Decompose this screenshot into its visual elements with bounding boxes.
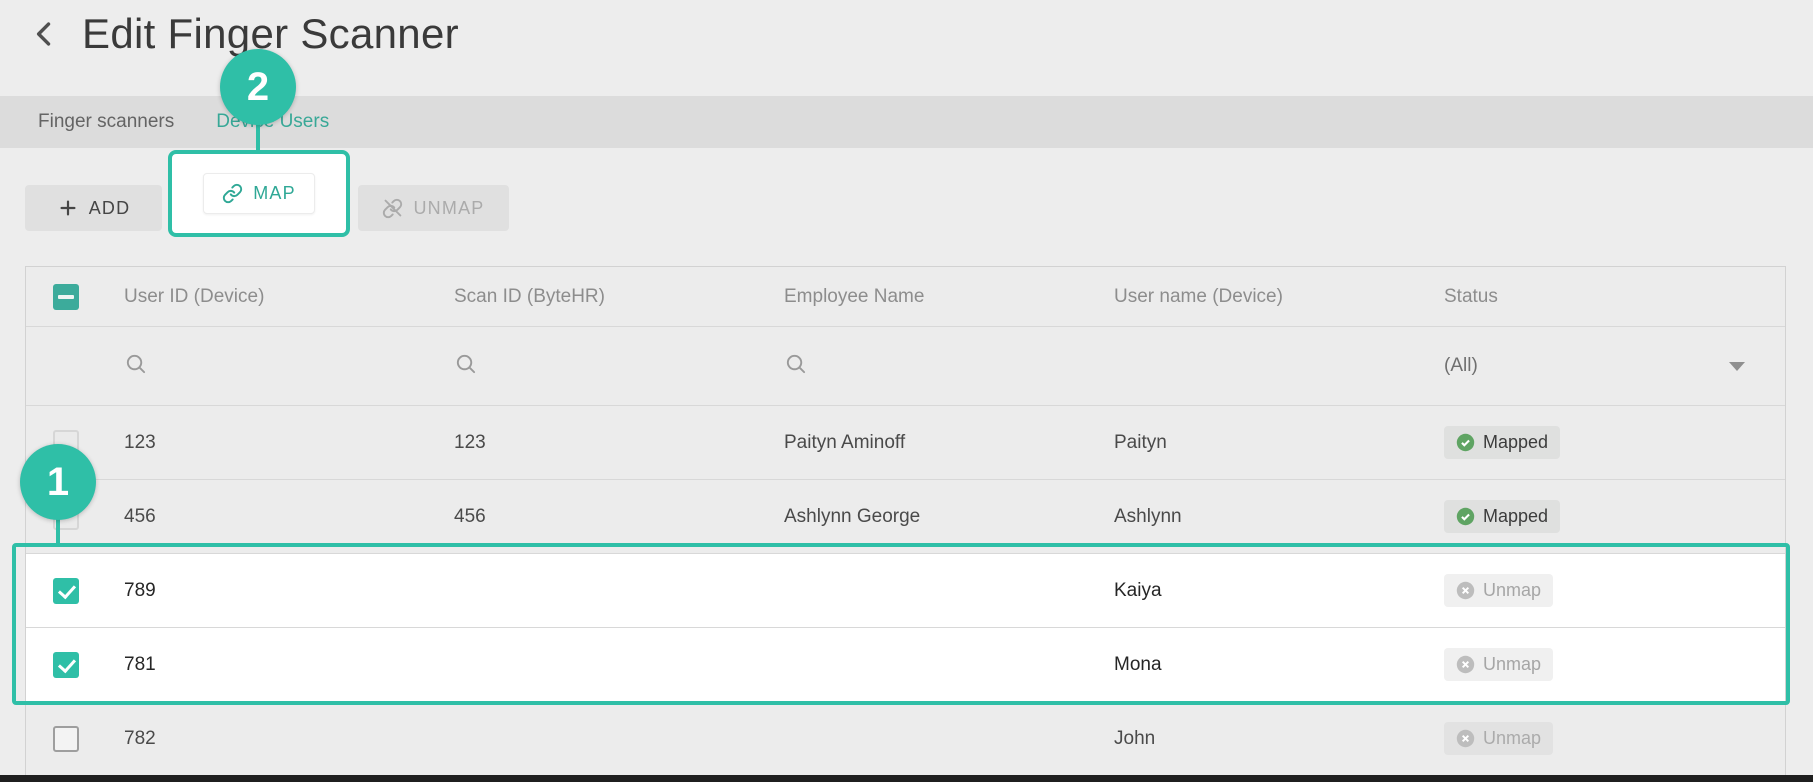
unmap-row-button[interactable]: Unmap [1444,574,1554,607]
unmap-toolbar-button-label: UNMAP [413,197,485,218]
cell-user-name: Kaiya [1114,579,1162,601]
cell-user-id: 782 [124,727,156,749]
table-row-123[interactable]: 123 123 Paityn Aminoff Paityn Mapped [26,406,1785,480]
map-button[interactable]: MAP [203,173,315,214]
search-icon [456,354,476,373]
cell-scan-id: 123 [454,431,486,453]
bottom-edge-strip [0,775,1813,782]
table-header-row: User ID (Device) Scan ID (ByteHR) Employ… [26,267,1785,327]
search-icon [126,354,146,373]
tab-finger-scanners[interactable]: Finger scanners [38,111,174,133]
select-all-checkbox[interactable] [53,283,79,310]
map-button-highlight-box: MAP [168,150,350,237]
unmap-row-button-label: Unmap [1483,728,1542,748]
status-badge-label: Mapped [1483,506,1549,526]
unmap-row-button-label: Unmap [1483,654,1542,674]
unmap-row-button[interactable]: Unmap [1444,722,1554,755]
back-button[interactable] [24,13,66,55]
status-badge-mapped: Mapped [1444,426,1561,459]
unmap-row-button-label: Unmap [1483,580,1542,600]
column-header-user-id: User ID (Device) [124,285,265,307]
cell-user-name: John [1114,727,1156,749]
callout-step-1: 1 [20,444,96,520]
cell-user-id: 781 [124,653,156,675]
link-off-icon [383,198,403,218]
table-row-789[interactable]: 789 Kaiya Unmap [26,554,1785,628]
chevron-left-icon [36,22,51,46]
add-button[interactable]: ADD [25,185,162,231]
table-row-781[interactable]: 781 Mona Unmap [26,628,1785,702]
cell-user-name: Mona [1114,653,1162,675]
status-badge-label: Mapped [1483,432,1549,452]
search-icon [786,354,806,373]
column-header-scan-id: Scan ID (ByteHR) [454,285,605,307]
filter-input-scan-id[interactable] [436,352,766,381]
page-header: Edit Finger Scanner [24,10,459,58]
row-checkbox-checked[interactable] [53,577,79,604]
link-icon [223,183,243,204]
cell-user-id: 123 [124,431,156,453]
cell-user-name: Ashlynn [1114,505,1182,527]
unmap-toolbar-button[interactable]: UNMAP [358,185,509,231]
cell-user-id: 456 [124,505,156,527]
cell-user-id: 789 [124,579,156,601]
x-circle-icon [1456,655,1475,674]
callout-step-2: 2 [220,49,296,125]
row-checkbox-checked[interactable] [53,651,79,678]
check-circle-icon [1456,433,1475,452]
cell-scan-id: 456 [454,505,486,527]
table-filter-row: (All) [26,327,1785,406]
cell-employee-name: Ashlynn George [784,505,921,527]
column-header-status: Status [1444,285,1498,307]
x-circle-icon [1456,581,1475,600]
column-header-employee-name: Employee Name [784,285,925,307]
table-row-782[interactable]: 782 John Unmap [26,702,1785,776]
unmap-row-button[interactable]: Unmap [1444,648,1554,681]
status-filter-value: (All) [1444,355,1478,376]
caret-down-icon [1729,361,1745,371]
row-checkbox[interactable] [53,725,79,752]
device-users-table: User ID (Device) Scan ID (ByteHR) Employ… [25,266,1786,777]
cell-user-name: Paityn [1114,431,1167,453]
cell-employee-name: Paityn Aminoff [784,431,906,453]
edit-finger-scanner-screen: Edit Finger Scanner Finger scanners Devi… [0,0,1813,782]
status-badge-mapped: Mapped [1444,500,1561,533]
check-circle-icon [1456,507,1475,526]
map-button-label: MAP [253,183,296,203]
filter-input-employee-name[interactable] [766,352,1096,381]
x-circle-icon [1456,729,1475,748]
add-button-label: ADD [88,197,131,218]
status-filter-select[interactable]: (All) [1426,355,1785,377]
filter-input-user-id[interactable] [106,352,436,381]
column-header-user-name: User name (Device) [1114,285,1283,307]
plus-icon [60,200,76,216]
table-row-456[interactable]: 456 456 Ashlynn George Ashlynn Mapped [26,480,1785,554]
